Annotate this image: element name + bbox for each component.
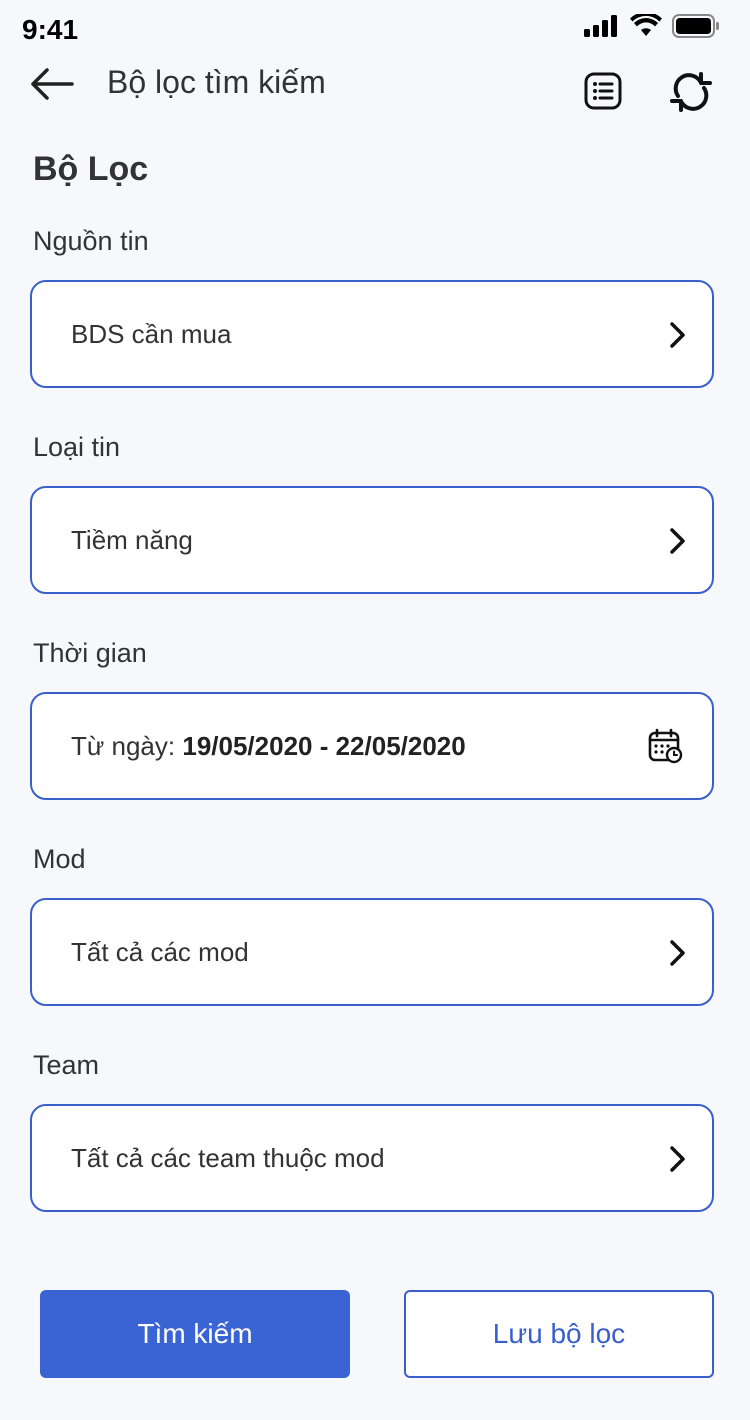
type-label: Loại tin [33,432,121,462]
status-time: 9:41 [22,14,79,45]
status-icons [584,14,720,38]
date-range-prefix: Từ ngày: [71,730,176,761]
save-filter-button[interactable]: Lưu bộ lọc [404,1290,714,1378]
team-value: Tất cả các team thuộc mod [71,1142,385,1173]
source-select[interactable]: BDS cần mua [30,280,714,388]
team-label: Team [33,1050,100,1080]
date-range-value: Từ ngày: 19/05/2020 - 22/05/2020 [71,731,466,762]
status-bar: 9:41 [0,0,750,56]
calendar-icon [648,728,683,764]
chevron-right-icon [670,1146,685,1172]
mod-value: Tất cả các mod [71,936,249,967]
type-value: Tiềm năng [71,524,193,555]
refresh-icon [670,72,712,112]
chevron-right-icon [670,322,685,348]
section-title: Bộ Lọc [33,150,149,188]
chevron-right-icon [670,528,685,554]
date-range-text: 19/05/2020 - 22/05/2020 [182,730,466,761]
source-value: BDS cần mua [71,318,232,349]
source-label: Nguồn tin [33,226,149,256]
saved-filters-button[interactable] [584,72,622,110]
arrow-left-icon [31,68,74,100]
page-title: Bộ lọc tìm kiếm [107,64,326,100]
search-button[interactable]: Tìm kiếm [40,1290,350,1378]
wifi-icon [630,14,662,36]
time-label: Thời gian [33,638,147,668]
mod-label: Mod [33,844,86,874]
battery-icon [672,14,719,38]
chevron-right-icon [670,940,685,966]
date-range-picker[interactable]: Từ ngày: 19/05/2020 - 22/05/2020 [30,692,714,800]
list-icon [584,72,622,110]
team-select[interactable]: Tất cả các team thuộc mod [30,1104,714,1212]
signal-icon [584,15,617,37]
reset-button[interactable] [670,72,712,112]
type-select[interactable]: Tiềm năng [30,486,714,594]
back-button[interactable] [30,64,78,104]
header: Bộ lọc tìm kiếm [0,56,750,116]
mod-select[interactable]: Tất cả các mod [30,898,714,1006]
